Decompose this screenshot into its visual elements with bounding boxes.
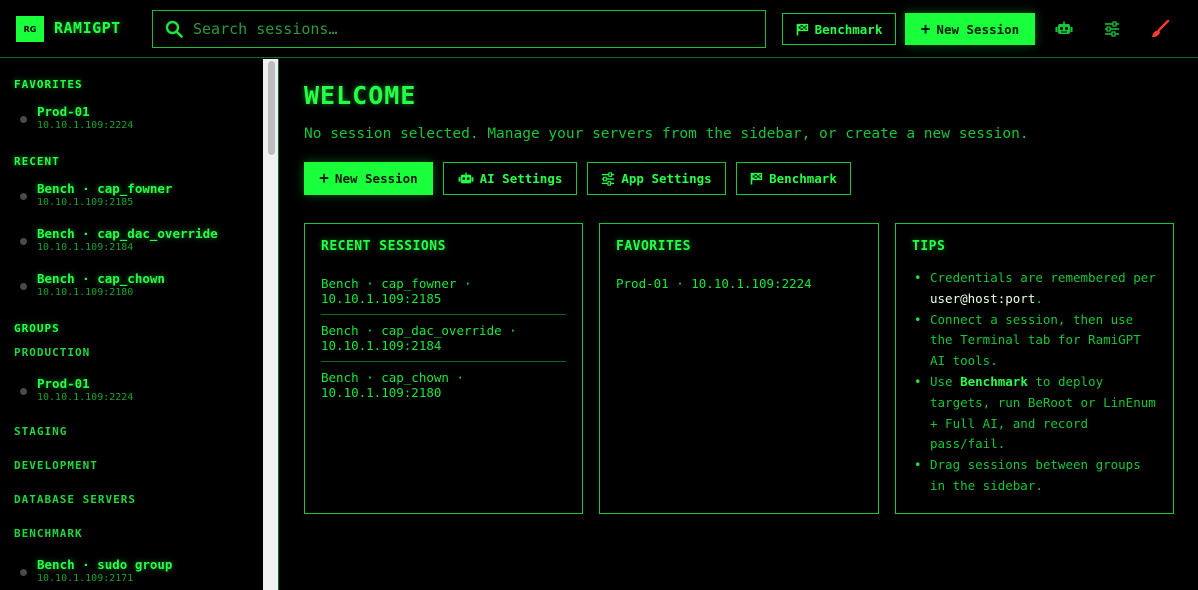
header-new-session-label: New Session <box>936 21 1020 37</box>
status-dot <box>20 283 27 290</box>
robot-icon[interactable] <box>1054 19 1074 39</box>
session-name: Prod-01 <box>37 104 90 119</box>
app-settings-button[interactable]: App Settings <box>587 162 726 195</box>
group-development[interactable]: DEVELOPMENT <box>14 459 98 472</box>
session-name: Bench · cap_chown <box>37 271 165 286</box>
sidebar-section-groups: GROUPS <box>14 322 60 335</box>
recent-session-item[interactable]: Bench · cap_fowner · 10.10.1.109:2185 <box>321 276 566 306</box>
tip-item: Drag sessions between groups in the side… <box>912 455 1160 497</box>
session-address: 10.10.1.109:2224 <box>37 120 134 131</box>
session-name: Bench · sudo group <box>37 557 173 572</box>
header-benchmark-button[interactable]: Benchmark <box>782 13 896 45</box>
recent-session-address: 10.10.1.109:2185 <box>321 291 442 306</box>
header-benchmark-label: Benchmark <box>814 21 883 37</box>
group-benchmark[interactable]: BENCHMARK <box>14 527 83 540</box>
new-session-label: New Session <box>334 171 418 186</box>
recent-session-address: 10.10.1.109:2180 <box>321 385 442 400</box>
session-name: Bench · cap_dac_override <box>37 226 218 241</box>
recent-session-item[interactable]: Bench · cap_dac_override · 10.10.1.109:2… <box>321 323 566 353</box>
recent-sessions-title: RECENT SESSIONS <box>321 239 446 254</box>
sidebar-item-cap-fowner[interactable]: Bench · cap_fowner 10.10.1.109:2185 <box>14 181 258 215</box>
search-icon <box>165 20 183 38</box>
session-address: 10.10.1.109:2224 <box>37 392 134 403</box>
sidebar-section-favorites: FAVORITES <box>14 78 83 91</box>
status-dot <box>20 238 27 245</box>
plus-icon: + <box>319 168 329 187</box>
tip-item: Credentials are remembered per user@host… <box>912 268 1160 310</box>
group-production[interactable]: PRODUCTION <box>14 346 90 359</box>
sidebar-item-prod-01-group[interactable]: Prod-01 10.10.1.109:2224 <box>14 376 258 410</box>
sidebar-item-cap-chown[interactable]: Bench · cap_chown 10.10.1.109:2180 <box>14 271 258 305</box>
favorite-item[interactable]: Prod-01 · 10.10.1.109:2224 <box>616 276 861 291</box>
tip-code: user@host:port <box>930 290 1036 306</box>
header-new-session-button[interactable]: + New Session <box>905 13 1035 45</box>
page-title: WELCOME <box>304 81 417 110</box>
recent-session-item[interactable]: Bench · cap_chown · 10.10.1.109:2180 <box>321 370 566 400</box>
favorites-title: FAVORITES <box>616 239 691 254</box>
tips-title: TIPS <box>912 239 946 254</box>
tips-list: Credentials are remembered per user@host… <box>912 268 1160 497</box>
recent-session-address: 10.10.1.109:2184 <box>321 338 442 353</box>
sliders-icon[interactable] <box>1102 19 1122 39</box>
recent-session-name: Bench · cap_fowner · <box>321 276 472 291</box>
sidebar: FAVORITES Prod-01 10.10.1.109:2224 RECEN… <box>0 59 279 590</box>
search-input[interactable] <box>193 20 765 38</box>
recent-session-name: Bench · cap_dac_override · <box>321 323 517 338</box>
robot-icon <box>458 171 474 183</box>
session-name: Bench · cap_fowner <box>37 181 173 196</box>
benchmark-label: Benchmark <box>769 171 837 186</box>
brush-icon[interactable] <box>1150 19 1170 39</box>
group-staging[interactable]: STAGING <box>14 425 67 438</box>
tip-item: Connect a session, then use the Terminal… <box>912 310 1160 372</box>
main-panel: WELCOME No session selected. Manage your… <box>280 59 1198 590</box>
search-bar[interactable] <box>152 10 766 48</box>
session-address: 10.10.1.109:2185 <box>37 197 134 208</box>
tips-card: TIPS Credentials are remembered per user… <box>895 223 1174 514</box>
app-title: RAMIGPT <box>54 19 121 37</box>
benchmark-button[interactable]: Benchmark <box>736 162 851 195</box>
flag-checkered-icon <box>796 23 808 35</box>
sidebar-item-sudo-group[interactable]: Bench · sudo group 10.10.1.109:2171 <box>14 557 258 590</box>
plus-icon: + <box>920 18 931 38</box>
sliders-icon <box>602 171 615 186</box>
status-dot <box>20 193 27 200</box>
status-dot <box>20 569 27 576</box>
new-session-button[interactable]: + New Session <box>304 162 433 195</box>
session-address: 10.10.1.109:2180 <box>37 287 134 298</box>
status-dot <box>20 388 27 395</box>
sidebar-section-recent: RECENT <box>14 155 60 168</box>
recent-sessions-card: RECENT SESSIONS Bench · cap_fowner · 10.… <box>304 223 583 514</box>
ai-settings-label: AI Settings <box>479 171 563 186</box>
tip-bold: Benchmark <box>960 373 1028 389</box>
tip-text: . <box>1035 290 1043 306</box>
session-address: 10.10.1.109:2184 <box>37 242 134 253</box>
top-bar: RG RAMIGPT Benchmark + New Session <box>0 0 1198 58</box>
sidebar-item-cap-dac-override[interactable]: Bench · cap_dac_override 10.10.1.109:218… <box>14 226 258 260</box>
group-database-servers[interactable]: DATABASE SERVERS <box>14 493 136 506</box>
recent-session-name: Bench · cap_chown · <box>321 370 464 385</box>
tip-text: Credentials are remembered per <box>930 270 1156 285</box>
divider <box>321 314 566 315</box>
status-dot <box>20 116 27 123</box>
session-name: Prod-01 <box>37 376 90 391</box>
app-logo: RG <box>16 16 44 42</box>
session-address: 10.10.1.109:2171 <box>37 573 134 584</box>
tip-text: Use <box>930 373 961 389</box>
ai-settings-button[interactable]: AI Settings <box>443 162 577 195</box>
page-subtitle: No session selected. Manage your servers… <box>304 126 1029 142</box>
flag-checkered-icon <box>750 172 763 185</box>
sidebar-scrollbar-thumb[interactable] <box>268 61 275 155</box>
sidebar-scrollbar[interactable] <box>263 59 278 590</box>
favorites-card: FAVORITES Prod-01 · 10.10.1.109:2224 <box>599 223 879 514</box>
tip-item: Use Benchmark to deploy targets, run BeR… <box>912 372 1160 455</box>
app-settings-label: App Settings <box>621 171 712 186</box>
divider <box>321 361 566 362</box>
sidebar-item-prod-01[interactable]: Prod-01 10.10.1.109:2224 <box>14 104 258 138</box>
